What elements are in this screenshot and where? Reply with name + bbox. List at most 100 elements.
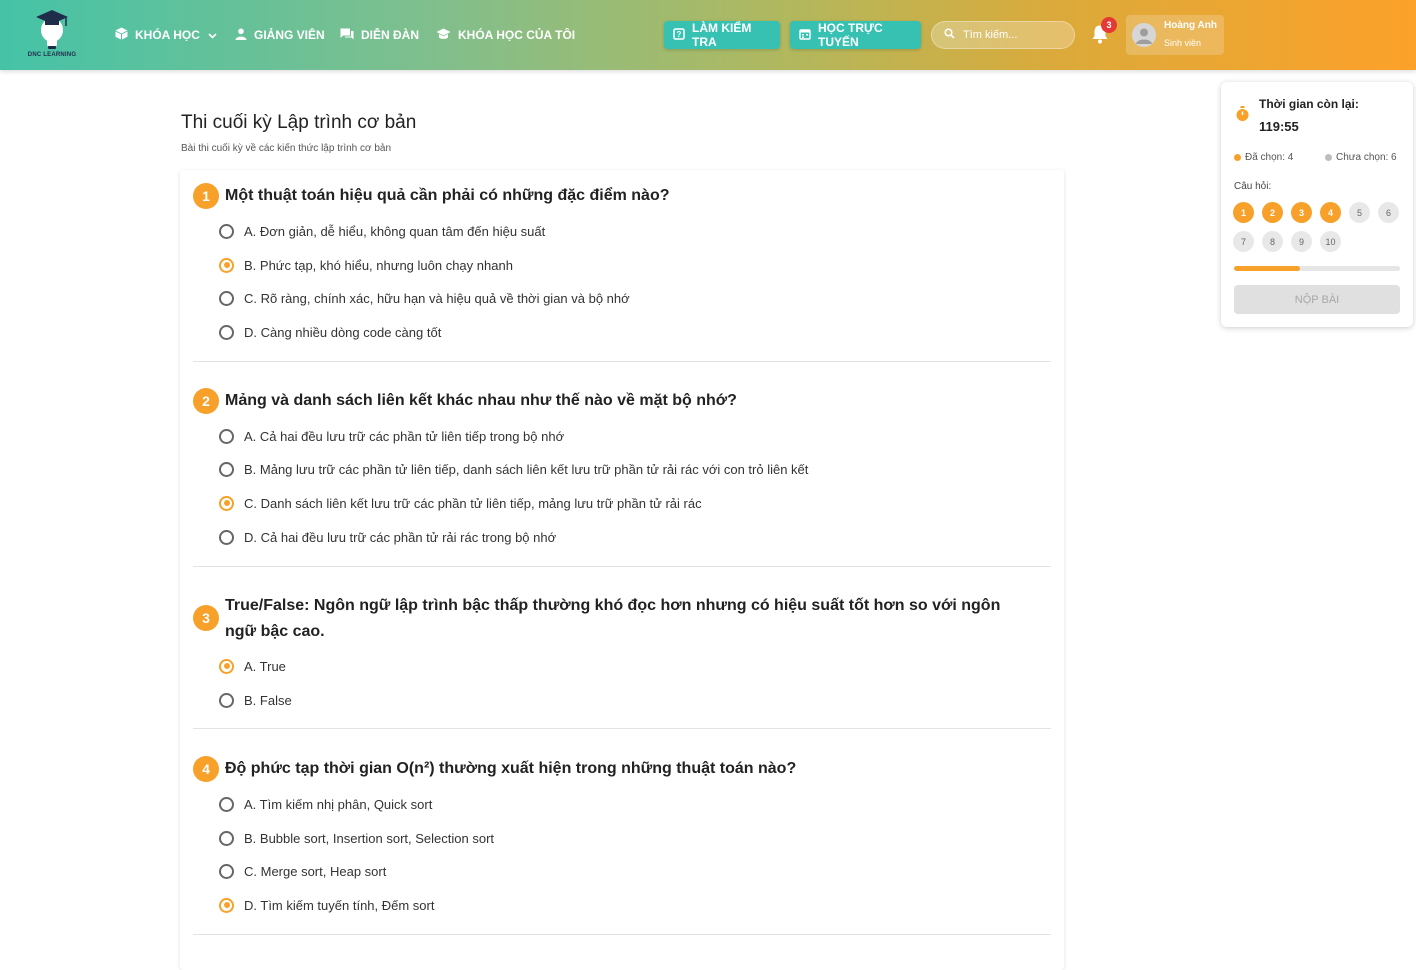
person-icon <box>235 28 247 43</box>
option-d[interactable]: D. Càng nhiều dòng code càng tốt <box>219 322 441 342</box>
option-b[interactable]: B. False <box>219 690 292 710</box>
nav-courses[interactable]: KHÓA HỌC <box>115 0 217 70</box>
option-label: A. Đơn giản, dễ hiểu, không quan tâm đến… <box>244 223 546 239</box>
take-test-button[interactable]: ? LÀM KIỂM TRA <box>664 21 780 49</box>
svg-text:?: ? <box>677 30 682 39</box>
radio-button[interactable] <box>219 529 234 545</box>
radio-button[interactable] <box>219 692 234 708</box>
unanswered-label: Chưa chọn: 6 <box>1336 152 1397 163</box>
option-label: D. Cả hai đều lưu trữ các phần tử rải rá… <box>244 529 557 545</box>
search-placeholder: Tìm kiếm... <box>963 29 1018 41</box>
nav-my-courses-label: KHÓA HỌC CỦA TÔI <box>458 28 576 42</box>
forum-icon <box>340 28 354 43</box>
logo[interactable]: DNC LEARNING <box>22 8 82 62</box>
progress-bar <box>1234 266 1400 271</box>
option-c[interactable]: C. Merge sort, Heap sort <box>219 861 386 881</box>
option-d[interactable]: D. Tìm kiếm tuyến tính, Đếm sort <box>219 895 434 915</box>
divider <box>193 361 1051 362</box>
question-nav-button[interactable]: 9 <box>1291 231 1312 252</box>
question-nav-button[interactable]: 10 <box>1320 231 1341 252</box>
time-remaining-value: 119:55 <box>1259 119 1299 134</box>
search-icon <box>944 28 955 42</box>
question-text: Một thuật toán hiệu quả cần phải có nhữn… <box>225 187 670 204</box>
option-label: C. Rõ ràng, chính xác, hữu hạn và hiệu q… <box>244 290 630 306</box>
question-text: Mảng và danh sách liên kết khác nhau như… <box>225 392 737 409</box>
question-nav-button[interactable]: 3 <box>1291 202 1312 223</box>
page-title: Thi cuối kỳ Lập trình cơ bản <box>181 112 417 133</box>
option-d[interactable]: D. Cả hai đều lưu trữ các phần tử rải rá… <box>219 527 556 547</box>
question-text: True/False: Ngôn ngữ lập trình bậc thấp … <box>225 597 1001 640</box>
legend-answered: Đã chọn: 4 <box>1234 152 1293 163</box>
option-c[interactable]: C. Rõ ràng, chính xác, hữu hạn và hiệu q… <box>219 288 630 308</box>
nav-forum[interactable]: DIỄN ĐÀN <box>340 0 419 70</box>
divider <box>193 728 1051 729</box>
submit-button[interactable]: NỘP BÀI <box>1234 285 1400 314</box>
option-a[interactable]: A. Tìm kiếm nhị phân, Quick sort <box>219 794 432 814</box>
timer-icon <box>1236 106 1249 121</box>
radio-button[interactable] <box>219 461 234 477</box>
take-test-label: LÀM KIỂM TRA <box>692 21 752 49</box>
question-nav-button[interactable]: 2 <box>1262 202 1283 223</box>
radio-button[interactable] <box>219 223 234 239</box>
option-label: B. Mảng lưu trữ các phần tử liên tiếp, d… <box>244 461 809 477</box>
divider <box>193 934 1051 935</box>
answered-label: Đã chọn: 4 <box>1245 152 1294 163</box>
radio-button-selected[interactable] <box>219 658 234 674</box>
question-nav-button[interactable]: 4 <box>1320 202 1341 223</box>
option-label: A. Cả hai đều lưu trữ các phần tử liên t… <box>244 428 565 444</box>
answered-dot <box>1234 154 1241 161</box>
exam-status-panel: Thời gian còn lại: 119:55 Đã chọn: 4 Chư… <box>1221 82 1413 327</box>
online-learning-button[interactable]: HỌC TRỰC TUYẾN <box>790 21 921 49</box>
option-a[interactable]: A. True <box>219 656 286 676</box>
progress-bar-fill <box>1234 266 1301 271</box>
option-a[interactable]: A. Cả hai đều lưu trữ các phần tử liên t… <box>219 426 564 446</box>
option-label: B. Bubble sort, Insertion sort, Selectio… <box>244 830 495 846</box>
unanswered-dot <box>1325 154 1332 161</box>
top-navbar: DNC LEARNING KHÓA HỌC GIẢNG VIÊN DIỄN ĐÀ… <box>0 0 1416 70</box>
option-b[interactable]: B. Phức tạp, khó hiểu, nhưng luôn chạy n… <box>219 255 513 275</box>
search-input[interactable]: Tìm kiếm... <box>931 21 1075 49</box>
page-subtitle: Bài thi cuối kỳ về các kiến thức lập trì… <box>181 143 392 154</box>
question-nav-button[interactable]: 7 <box>1233 231 1254 252</box>
question-nav-button[interactable]: 6 <box>1378 202 1399 223</box>
radio-button[interactable] <box>219 290 234 306</box>
question-nav-button[interactable]: 5 <box>1349 202 1370 223</box>
question-nav-button[interactable]: 1 <box>1233 202 1254 223</box>
question-nav-button[interactable]: 8 <box>1262 231 1283 252</box>
question-text: Độ phức tạp thời gian O(n²) thường xuất … <box>225 760 797 777</box>
avatar <box>1132 23 1156 47</box>
nav-forum-label: DIỄN ĐÀN <box>361 28 420 42</box>
option-label: D. Tìm kiếm tuyến tính, Đếm sort <box>244 897 435 913</box>
divider <box>193 566 1051 567</box>
lightbulb-graduation-icon <box>36 10 68 49</box>
question-number-badge: 4 <box>193 756 219 782</box>
option-label: B. Phức tạp, khó hiểu, nhưng luôn chạy n… <box>244 257 513 273</box>
logo-text: DNC LEARNING <box>27 52 77 58</box>
radio-button[interactable] <box>219 324 234 340</box>
option-c[interactable]: C. Danh sách liên kết lưu trữ các phần t… <box>219 493 702 513</box>
question-number-badge: 3 <box>193 605 219 631</box>
box-icon <box>115 27 128 43</box>
nav-my-courses[interactable]: KHÓA HỌC CỦA TÔI <box>436 0 575 70</box>
option-b[interactable]: B. Bubble sort, Insertion sort, Selectio… <box>219 828 494 848</box>
nav-instructors[interactable]: GIẢNG VIÊN <box>235 0 325 70</box>
option-a[interactable]: A. Đơn giản, dễ hiểu, không quan tâm đến… <box>219 221 545 241</box>
radio-button[interactable] <box>219 796 234 812</box>
notification-badge: 3 <box>1101 17 1117 33</box>
option-label: D. Càng nhiều dòng code càng tốt <box>244 324 442 340</box>
option-label: B. False <box>244 692 292 708</box>
radio-button[interactable] <box>219 863 234 879</box>
option-b[interactable]: B. Mảng lưu trữ các phần tử liên tiếp, d… <box>219 459 808 479</box>
nav-instructors-label: GIẢNG VIÊN <box>254 28 325 42</box>
calendar-icon <box>799 28 811 43</box>
radio-button-selected[interactable] <box>219 897 234 913</box>
radio-button[interactable] <box>219 830 234 846</box>
questions-card: 1 Một thuật toán hiệu quả cần phải có nh… <box>180 170 1064 970</box>
legend-unanswered: Chưa chọn: 6 <box>1325 152 1397 163</box>
radio-button-selected[interactable] <box>219 495 234 511</box>
radio-button[interactable] <box>219 428 234 444</box>
radio-button-selected[interactable] <box>219 257 234 273</box>
online-learning-label: HỌC TRỰC TUYẾN <box>818 21 883 49</box>
quiz-icon: ? <box>673 27 685 43</box>
user-menu[interactable]: Hoàng Anh Sinh viên <box>1126 15 1224 55</box>
